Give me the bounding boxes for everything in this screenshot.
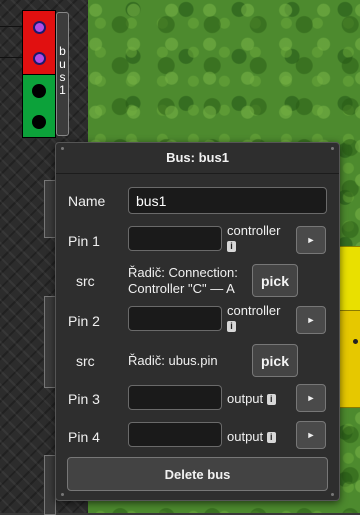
bus-component-red-section[interactable] (22, 10, 56, 76)
pin-connector[interactable] (33, 52, 46, 65)
src2-label: src (76, 353, 95, 369)
rivet (331, 493, 334, 496)
pin2-input[interactable] (128, 306, 222, 331)
pin2-type: controller i (227, 303, 280, 333)
pin-connector[interactable] (32, 84, 46, 98)
src1-text: Řadič: Connection: Controller "C" — A (128, 265, 238, 297)
pin4-label: Pin 4 (68, 429, 100, 445)
name-input[interactable] (128, 187, 327, 214)
play-arrow-icon: ► (306, 430, 316, 440)
wire (0, 57, 22, 58)
pin1-label: Pin 1 (68, 233, 100, 249)
pin-connector[interactable] (32, 115, 46, 129)
pin1-select-button[interactable]: ► (296, 226, 326, 254)
bus-label-char: 1 (59, 83, 66, 97)
info-icon[interactable]: i (227, 241, 236, 253)
src2-pick-button[interactable]: pick (252, 344, 298, 377)
dialog-title: Bus: bus1 (56, 143, 339, 174)
wire (0, 26, 22, 27)
pin3-type: output i (227, 391, 276, 406)
pin3-label: Pin 3 (68, 391, 100, 407)
src1-line2: Controller "C" — A (128, 281, 235, 296)
rivet (61, 493, 64, 496)
src1-label: src (76, 273, 95, 289)
pin-connector[interactable] (33, 21, 46, 34)
pin2-type-label: controller (227, 303, 281, 318)
pin2-select-button[interactable]: ► (296, 306, 326, 334)
info-icon[interactable]: i (266, 432, 276, 444)
play-arrow-icon: ► (306, 235, 316, 245)
pin1-type: controller i (227, 223, 280, 253)
bus-properties-dialog: Bus: bus1 Name Pin 1 controller i ► src … (55, 142, 340, 501)
pin3-input[interactable] (128, 385, 222, 410)
pin-dot (353, 339, 358, 344)
pin4-select-button[interactable]: ► (296, 421, 326, 449)
play-arrow-icon: ► (306, 393, 316, 403)
pin3-select-button[interactable]: ► (296, 384, 326, 412)
pin2-label: Pin 2 (68, 313, 100, 329)
pin3-type-label: output (227, 391, 264, 406)
info-icon[interactable]: i (266, 394, 276, 406)
bus-component-green-section[interactable] (22, 74, 56, 138)
pin4-type-label: output (227, 429, 264, 444)
src1-line1: Řadič: Connection: (128, 265, 238, 280)
info-icon[interactable]: i (227, 321, 236, 333)
play-arrow-icon: ► (306, 315, 316, 325)
pin1-input[interactable] (128, 226, 222, 251)
delete-bus-button[interactable]: Delete bus (67, 457, 328, 491)
src1-pick-button[interactable]: pick (252, 264, 298, 297)
bus-label-strip[interactable]: b u s 1 (56, 12, 69, 136)
pin4-input[interactable] (128, 422, 222, 447)
name-label: Name (68, 193, 106, 209)
src2-text: Řadič: ubus.pin (128, 353, 218, 368)
pin4-type: output i (227, 429, 276, 444)
pin1-type-label: controller (227, 223, 281, 238)
